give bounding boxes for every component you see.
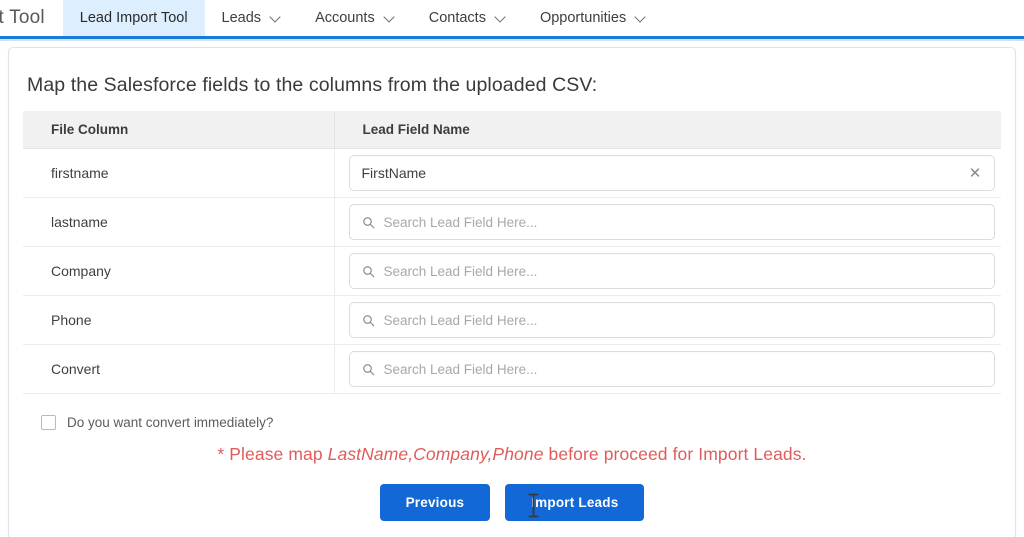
nav-tab-opportunities[interactable]: Opportunities	[523, 0, 663, 36]
lead-field-input-convert[interactable]: Search Lead Field Here...	[348, 351, 995, 387]
lead-field-input-phone[interactable]: Search Lead Field Here...	[348, 302, 995, 338]
lead-field-value: FirstName	[361, 165, 427, 181]
search-icon	[362, 363, 374, 375]
lead-field-placeholder: Search Lead Field Here...	[383, 263, 538, 279]
import-leads-button[interactable]: Import Leads	[505, 484, 645, 521]
nav-tab-label: Contacts	[428, 10, 486, 26]
table-row: Convert Search Lead Field Here...	[23, 344, 1001, 394]
top-navigation-bar: rt Tool Lead Import Tool Leads Accounts …	[0, 0, 1024, 36]
file-column-value: firstname	[23, 148, 335, 198]
search-icon	[362, 314, 374, 326]
field-mapping-table: File Column Lead Field Name firstname Fi…	[23, 111, 1001, 394]
lead-field-placeholder: Search Lead Field Here...	[383, 214, 538, 230]
page-body: Map the Salesforce fields to the columns…	[0, 41, 1024, 537]
file-column-value: Phone	[23, 295, 335, 345]
nav-tab-lead-import-tool[interactable]: Lead Import Tool	[62, 0, 205, 36]
convert-immediately-row: Do you want convert immediately?	[41, 415, 1001, 430]
lead-field-input-company[interactable]: Search Lead Field Here...	[348, 253, 995, 289]
nav-tab-label: Opportunities	[539, 10, 627, 26]
page-title: Map the Salesforce fields to the columns…	[27, 74, 598, 96]
search-icon	[362, 265, 374, 277]
close-icon[interactable]: ✕	[967, 165, 983, 181]
search-icon	[362, 216, 374, 228]
file-column-value: lastname	[23, 197, 335, 247]
lead-field-input-lastname[interactable]: Search Lead Field Here...	[348, 204, 995, 240]
chevron-down-icon	[495, 13, 506, 24]
column-header-file-column: File Column	[23, 111, 335, 149]
app-name-label: rt Tool	[0, 7, 45, 28]
chevron-down-icon	[270, 13, 281, 24]
table-header-row: File Column Lead Field Name	[23, 111, 1001, 149]
nav-tab-accounts[interactable]: Accounts	[298, 0, 412, 36]
chevron-down-icon	[635, 13, 646, 24]
warning-suffix: before proceed for Import Leads.	[543, 444, 807, 464]
lead-field-placeholder: Search Lead Field Here...	[383, 312, 538, 328]
file-column-value: Convert	[23, 344, 335, 394]
previous-button[interactable]: Previous	[379, 484, 491, 521]
nav-tab-label: Leads	[221, 10, 262, 26]
chevron-down-icon	[384, 13, 395, 24]
validation-warning-message: * Please map LastName,Company,Phone befo…	[23, 444, 1001, 465]
convert-immediately-label: Do you want convert immediately?	[67, 415, 274, 430]
table-row: Phone Search Lead Field Here...	[23, 295, 1001, 345]
nav-tab-contacts[interactable]: Contacts	[412, 0, 523, 36]
lead-field-placeholder: Search Lead Field Here...	[383, 361, 538, 377]
lead-field-input-firstname[interactable]: FirstName ✕	[348, 155, 995, 191]
nav-tab-label: Lead Import Tool	[79, 10, 188, 26]
warning-prefix: * Please map	[217, 444, 328, 464]
field-mapping-card: Map the Salesforce fields to the columns…	[8, 47, 1016, 537]
convert-immediately-checkbox[interactable]	[41, 415, 56, 430]
column-header-lead-field-name: Lead Field Name	[334, 111, 1001, 149]
form-actions: Previous Import Leads	[23, 484, 1001, 521]
nav-tab-label: Accounts	[315, 10, 375, 26]
table-row: Company Search Lead Field Here...	[23, 246, 1001, 296]
warning-required-fields: LastName,Company,Phone	[327, 444, 544, 464]
nav-tab-leads[interactable]: Leads	[205, 0, 299, 36]
table-row: firstname FirstName ✕	[23, 148, 1001, 198]
table-row: lastname Search Lead Field Here...	[23, 197, 1001, 247]
file-column-value: Company	[23, 246, 335, 296]
